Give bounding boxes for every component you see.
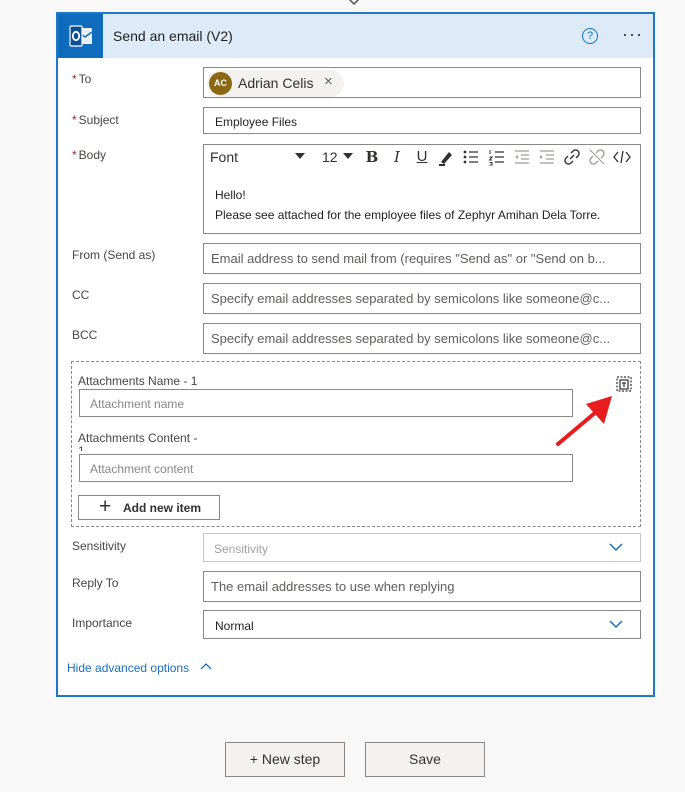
- attachment-content-placeholder: Attachment content: [90, 462, 194, 476]
- underline-icon[interactable]: U: [412, 147, 432, 167]
- sensitivity-label: Sensitivity: [72, 539, 127, 553]
- new-step-button[interactable]: + New step: [225, 742, 345, 777]
- attachment-name-input[interactable]: Attachment name: [79, 389, 573, 417]
- subject-label: * Subject: [72, 113, 119, 127]
- save-button[interactable]: Save: [365, 742, 485, 777]
- link-icon[interactable]: [562, 147, 582, 167]
- highlight-pen-icon[interactable]: [436, 147, 456, 167]
- rich-text-toolbar: Font 12 B I U: [204, 145, 640, 171]
- send-email-action-card: Send an email (V2) ? ··· * To AC Adrian C…: [56, 12, 655, 697]
- chevron-down-icon: [609, 620, 623, 629]
- font-family-dropdown[interactable]: Font: [210, 149, 238, 165]
- reply-to-placeholder: The email addresses to use when replying: [211, 579, 455, 594]
- cc-field[interactable]: Specify email addresses separated by sem…: [203, 283, 641, 314]
- recipient-chip[interactable]: AC Adrian Celis ×: [207, 70, 344, 97]
- sensitivity-dropdown[interactable]: Sensitivity: [203, 533, 641, 562]
- attachment-content-label: Attachments Content - 1: [78, 431, 198, 452]
- bcc-field[interactable]: Specify email addresses separated by sem…: [203, 323, 641, 354]
- increase-indent-icon[interactable]: [537, 147, 557, 167]
- close-icon[interactable]: ×: [324, 73, 333, 90]
- importance-label: Importance: [72, 616, 133, 630]
- body-editor[interactable]: Font 12 B I U Hello! Please see attached…: [203, 144, 641, 234]
- chevron-down-icon: [609, 543, 623, 552]
- attachment-name-placeholder: Attachment name: [90, 397, 185, 411]
- reply-to-field[interactable]: The email addresses to use when replying: [203, 571, 641, 602]
- question-circle-icon[interactable]: ?: [582, 28, 598, 44]
- flow-connector-arrow-icon: [348, 0, 360, 6]
- code-view-icon[interactable]: [612, 147, 632, 167]
- chevron-up-icon[interactable]: [200, 662, 212, 670]
- reply-to-label: Reply To: [72, 576, 119, 590]
- from-label: From (Send as): [72, 248, 156, 262]
- attachment-name-label: Attachments Name - 1: [78, 374, 198, 388]
- annotation-arrow-icon: [556, 396, 612, 446]
- body-line: Hello!: [215, 188, 246, 202]
- body-line: Please see attached for the employee fil…: [215, 208, 601, 222]
- to-label: * To: [72, 72, 92, 86]
- ellipsis-icon[interactable]: ···: [622, 24, 643, 45]
- card-header[interactable]: Send an email (V2) ? ···: [58, 14, 653, 58]
- from-field[interactable]: Email address to send mail from (require…: [203, 243, 641, 274]
- bulleted-list-icon[interactable]: [461, 147, 481, 167]
- italic-icon[interactable]: I: [387, 147, 407, 167]
- importance-value: Normal: [215, 619, 254, 633]
- body-content[interactable]: Hello! Please see attached for the emplo…: [215, 185, 600, 225]
- decrease-indent-icon[interactable]: [512, 147, 532, 167]
- font-size-dropdown[interactable]: 12: [322, 149, 338, 165]
- sensitivity-placeholder: Sensitivity: [214, 542, 269, 556]
- unlink-icon[interactable]: [587, 147, 607, 167]
- outlook-icon: [58, 14, 103, 58]
- add-new-item-label: Add new item: [123, 501, 202, 515]
- recipient-name: Adrian Celis: [238, 75, 314, 91]
- to-field[interactable]: AC Adrian Celis ×: [203, 67, 641, 98]
- bold-icon[interactable]: B: [362, 147, 382, 167]
- subject-field[interactable]: Employee Files: [203, 107, 641, 134]
- hide-advanced-options-link[interactable]: Hide advanced options: [67, 661, 189, 675]
- avatar: AC: [209, 72, 232, 95]
- card-title: Send an email (V2): [113, 28, 233, 44]
- cc-placeholder: Specify email addresses separated by sem…: [211, 291, 611, 306]
- importance-dropdown[interactable]: Normal: [203, 610, 641, 639]
- chevron-down-icon[interactable]: [295, 153, 305, 159]
- body-label: * Body: [72, 148, 107, 162]
- bcc-label: BCC: [72, 328, 98, 342]
- plus-icon: +: [99, 495, 112, 518]
- attachment-content-input[interactable]: Attachment content: [79, 454, 573, 482]
- chevron-down-icon[interactable]: [343, 153, 353, 159]
- bcc-placeholder: Specify email addresses separated by sem…: [211, 331, 611, 346]
- subject-value: Employee Files: [215, 115, 298, 129]
- numbered-list-icon[interactable]: [487, 147, 507, 167]
- add-new-item-button[interactable]: + Add new item: [78, 495, 220, 520]
- cc-label: CC: [72, 288, 90, 302]
- from-placeholder: Email address to send mail from (require…: [211, 251, 606, 266]
